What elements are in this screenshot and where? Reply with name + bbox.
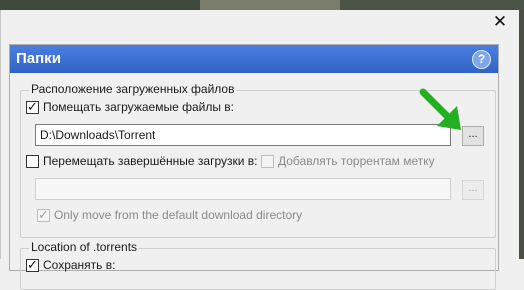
close-icon: ✕ <box>492 12 508 31</box>
browse-move-path-button[interactable]: ... <box>462 180 484 200</box>
panel-header: Папки ? <box>10 45 498 73</box>
add-label-checkbox[interactable] <box>261 155 274 168</box>
background-block-b <box>200 0 340 10</box>
only-move-default-label: Only move from the default download dire… <box>54 208 303 222</box>
move-completed-checkbox[interactable] <box>26 155 39 168</box>
close-button[interactable]: ✕ <box>489 12 511 32</box>
group-title-torrents: Location of .torrents <box>29 240 140 254</box>
background-block-c <box>340 0 524 10</box>
add-label-label: Добавлять торрентам метку <box>278 154 435 168</box>
panel-title: Папки <box>16 50 61 67</box>
put-files-label: Помещать загружаемые файлы в: <box>43 100 234 114</box>
save-torrents-label: Сохранять в: <box>43 258 116 272</box>
folders-panel: Папки ? Расположение загруженных файлов … <box>9 44 499 290</box>
help-icon[interactable]: ? <box>472 50 491 69</box>
move-completed-path-input[interactable] <box>35 178 451 200</box>
group-title-downloads: Расположение загруженных файлов <box>29 82 237 96</box>
move-completed-label: Перемещать завершённые загрузки в: <box>43 154 258 168</box>
background-block-a <box>0 0 200 10</box>
download-path-input[interactable]: D:\Downloads\Torrent <box>35 124 451 146</box>
save-torrents-checkbox[interactable] <box>26 257 39 273</box>
green-arrow-icon <box>419 88 461 130</box>
only-move-default-checkbox[interactable] <box>37 207 50 223</box>
put-files-checkbox[interactable] <box>26 99 39 115</box>
settings-window: ✕ Папки ? Расположение загруженных файло… <box>0 10 519 290</box>
torrents-location-group: Location of .torrents Сохранять в: <box>20 240 496 290</box>
background-strip <box>0 0 524 10</box>
